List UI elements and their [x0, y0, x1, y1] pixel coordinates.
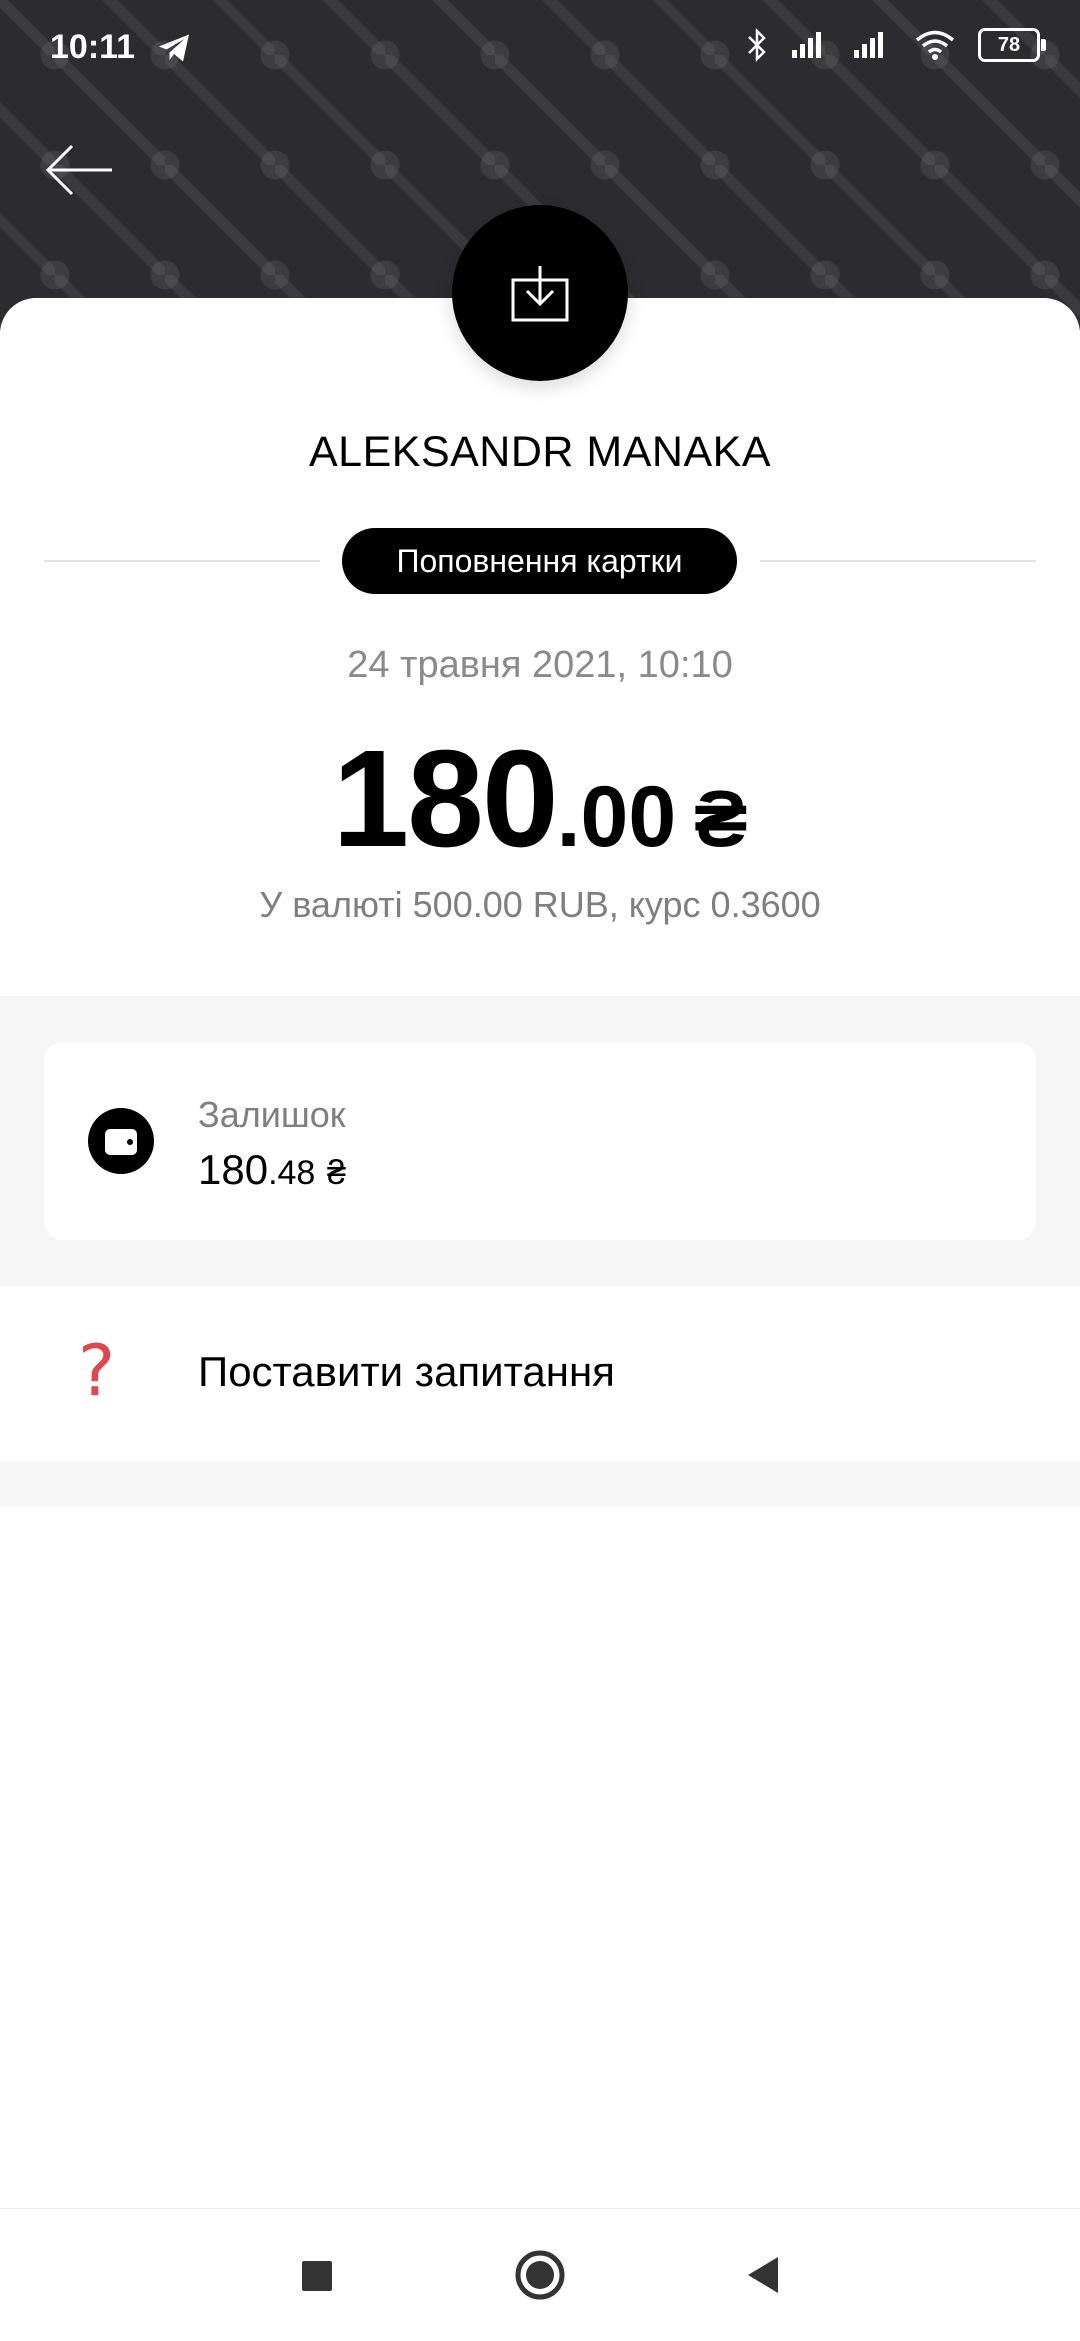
signal-icon-2: [854, 32, 883, 58]
question-icon: ?: [78, 1330, 116, 1412]
conversion-info: У валюті 500.00 RUB, курс 0.3600: [259, 884, 821, 925]
balance-currency: ₴: [327, 1154, 346, 1192]
back-arrow-icon[interactable]: [40, 140, 120, 200]
divider-left: [44, 560, 320, 562]
home-circle-icon[interactable]: [510, 2245, 570, 2305]
bottom-divider-band: [0, 1462, 1080, 1506]
back-triangle-icon[interactable]: [734, 2245, 794, 2305]
system-nav-bar: [0, 2208, 1080, 2341]
telegram-icon: [159, 34, 189, 62]
transaction-type-badge: Поповнення картки: [342, 528, 737, 594]
amount-fraction: .00: [556, 769, 677, 865]
balance-value: 180.48 ₴: [198, 1146, 346, 1194]
download-icon: [452, 205, 628, 381]
transaction-amount: 180.00 ₴: [0, 720, 1080, 879]
ask-question-button[interactable]: ? Поставити запитання: [0, 1286, 1080, 1462]
balance-label: Залишок: [198, 1094, 346, 1135]
amount-integer: 180: [332, 722, 558, 876]
balance-integer: 180: [198, 1146, 269, 1193]
amount-currency: ₴: [694, 774, 748, 863]
recents-square-icon[interactable]: [286, 2245, 346, 2305]
status-icons: 78: [746, 28, 1046, 62]
status-bar: 10:11 78: [0, 0, 1080, 100]
balance-card: Залишок 180.48 ₴: [44, 1042, 1036, 1240]
balance-fraction: .48: [268, 1154, 316, 1192]
wifi-icon: [915, 30, 955, 60]
signal-icon: [792, 32, 821, 58]
status-time: 10:11: [50, 28, 136, 66]
ask-question-label: Поставити запитання: [198, 1348, 615, 1395]
divider-right: [760, 560, 1036, 562]
bluetooth-icon: [748, 28, 766, 62]
transaction-date: 24 травня 2021, 10:10: [347, 644, 733, 686]
counterparty-name: ALEKSANDR MANAKA: [308, 428, 772, 476]
wallet-icon: [88, 1108, 154, 1174]
battery-indicator: 78: [978, 28, 1046, 62]
